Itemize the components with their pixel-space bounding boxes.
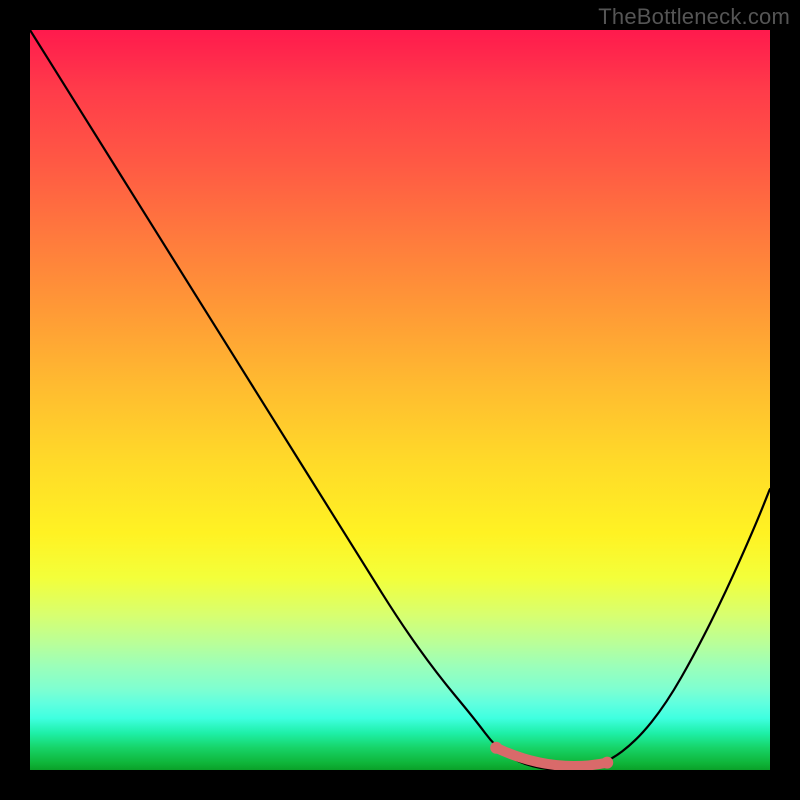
optimal-range-highlight	[30, 30, 770, 770]
chart-frame: TheBottleneck.com	[0, 0, 800, 800]
plot-area	[30, 30, 770, 770]
watermark-text: TheBottleneck.com	[598, 4, 790, 30]
